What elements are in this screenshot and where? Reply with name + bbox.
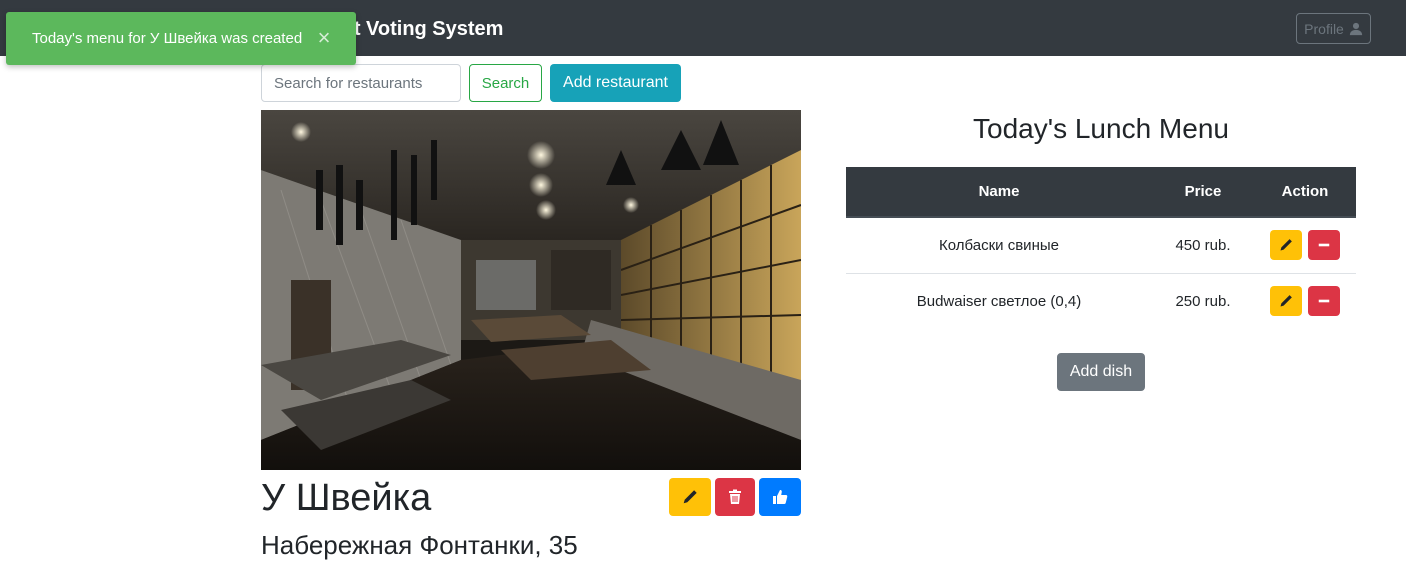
pencil-icon — [683, 490, 697, 504]
table-row: Budwaiser светлое (0,4) 250 rub. — [846, 272, 1356, 329]
dish-name: Budwaiser светлое (0,4) — [846, 272, 1152, 329]
edit-dish-button[interactable] — [1269, 230, 1302, 261]
pencil-icon — [1280, 295, 1292, 307]
column-header-name: Name — [846, 167, 1152, 218]
menu-title: Today's Lunch Menu — [973, 113, 1229, 144]
table-row: Колбаски свиные 450 rub. — [846, 217, 1356, 273]
dish-price: 250 rub. — [1152, 272, 1254, 329]
minus-icon — [1318, 299, 1330, 303]
delete-restaurant-button[interactable] — [715, 478, 755, 516]
dish-name: Колбаски свиные — [939, 236, 1059, 254]
pencil-icon — [1280, 239, 1292, 251]
add-dish-button[interactable]: Add dish — [1057, 353, 1145, 391]
search-button[interactable]: Search — [469, 64, 542, 102]
remove-dish-button[interactable] — [1308, 286, 1341, 317]
toast-message: Today's menu for У Швейка was created — [32, 30, 303, 47]
thumbs-up-icon — [773, 490, 788, 504]
dish-actions — [1254, 272, 1356, 329]
user-icon — [1349, 22, 1362, 35]
vote-button[interactable] — [759, 478, 801, 516]
edit-dish-button[interactable] — [1269, 286, 1302, 317]
table-header-row: Name Price Action — [846, 167, 1356, 218]
add-restaurant-button[interactable]: Add restaurant — [550, 64, 681, 102]
column-header-action: Action — [1254, 167, 1356, 218]
minus-icon — [1318, 243, 1330, 247]
profile-label: Profile — [1304, 20, 1344, 37]
profile-button[interactable]: Profile — [1296, 13, 1371, 44]
menu-table: Name Price Action Колбаски свиные 450 ru… — [846, 167, 1356, 329]
restaurant-photo — [261, 110, 801, 470]
column-header-price: Price — [1152, 167, 1254, 218]
restaurant-address: Набережная Фонтанки, 35 — [261, 530, 578, 560]
edit-restaurant-button[interactable] — [669, 478, 711, 516]
dish-actions — [1254, 217, 1356, 273]
close-icon[interactable]: × — [314, 27, 334, 49]
restaurant-name: У Швейка — [261, 477, 432, 519]
search-input[interactable] — [261, 64, 461, 102]
dish-price: 450 rub. — [1175, 236, 1231, 254]
remove-dish-button[interactable] — [1308, 230, 1341, 261]
trash-icon — [729, 489, 741, 504]
success-toast: Today's menu for У Швейка was created × — [6, 12, 356, 65]
